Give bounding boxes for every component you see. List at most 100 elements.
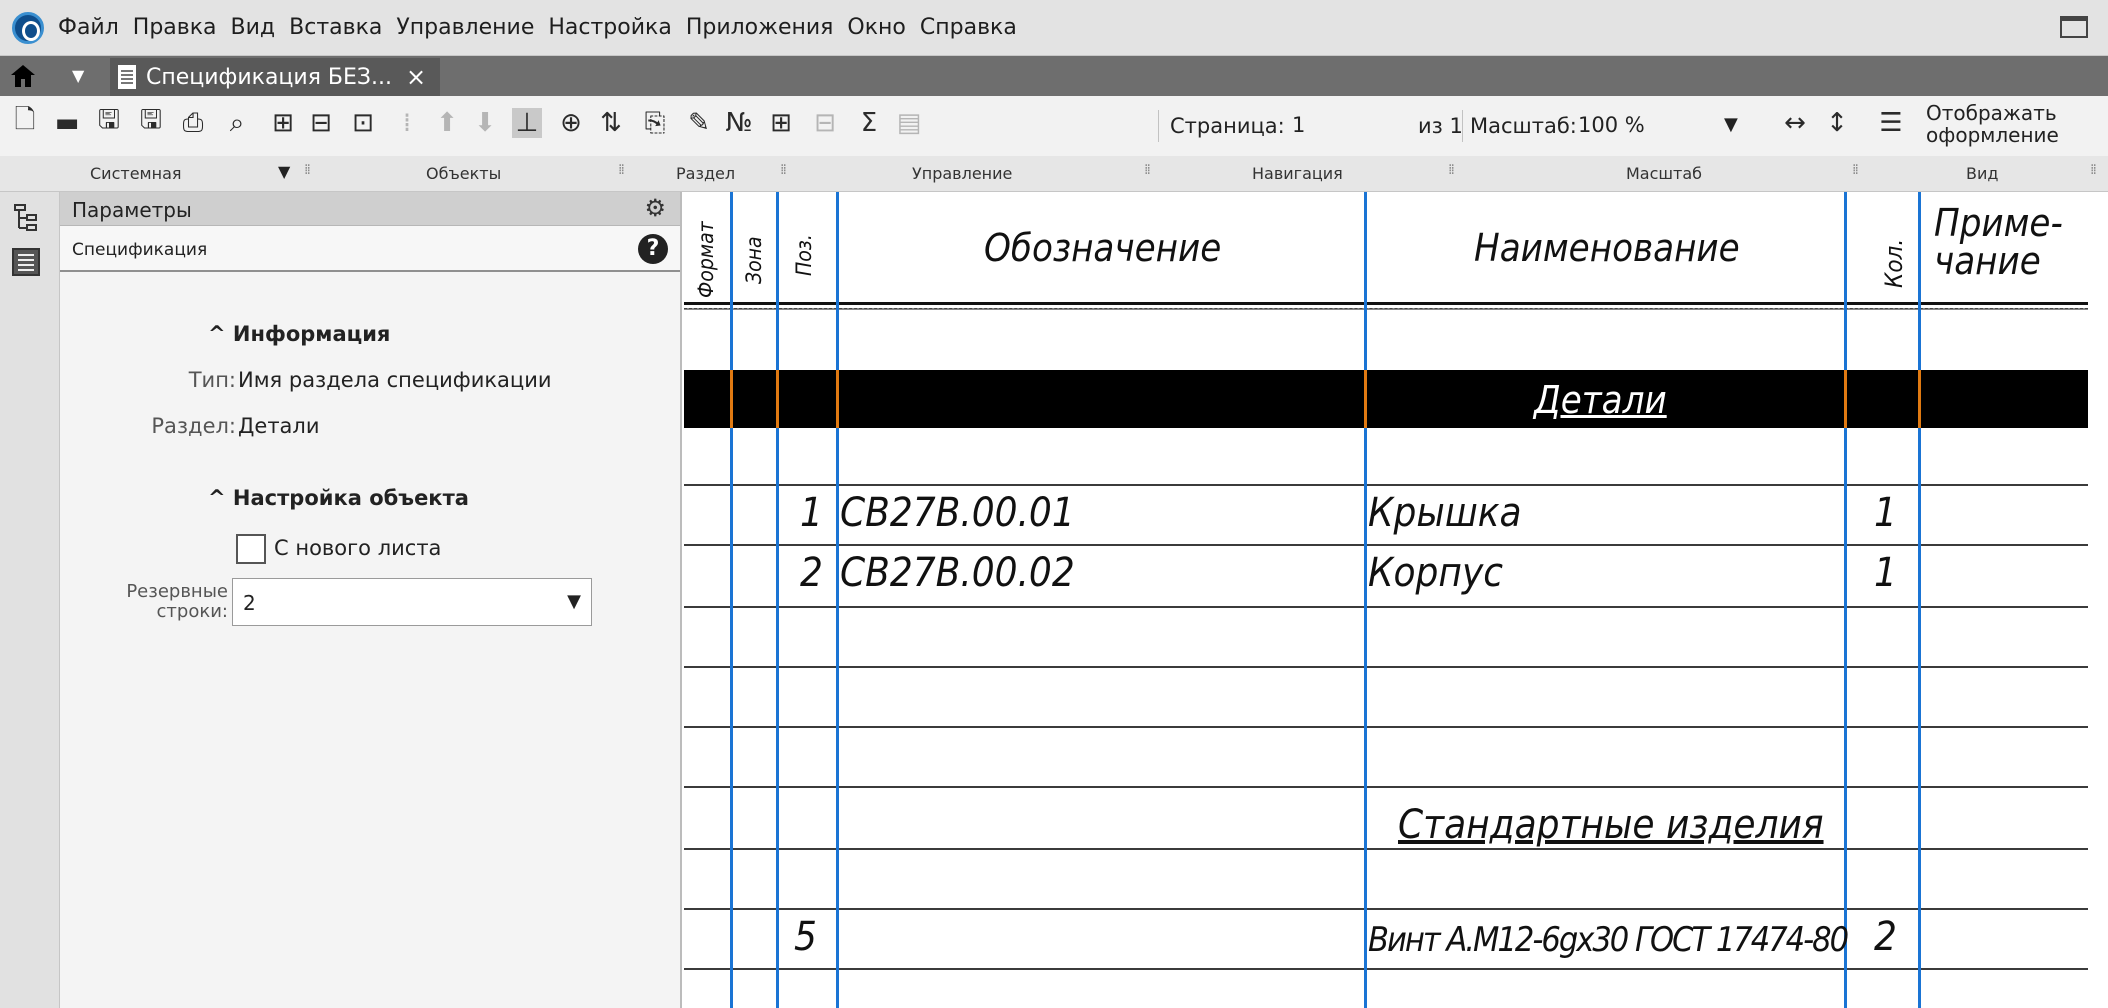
- add-base-object-icon[interactable]: ⊡: [348, 108, 378, 138]
- grip-icon[interactable]: ⁞⁞: [618, 162, 625, 178]
- header-note: Приме- чание: [1934, 204, 2063, 280]
- toolbar-separator: [1158, 110, 1159, 142]
- move-up-icon: ⬆: [436, 108, 458, 138]
- highlight-column-line: [776, 370, 779, 428]
- grip-icon[interactable]: ⁞⁞: [1448, 162, 1455, 178]
- fit-height-icon[interactable]: ↕: [1822, 108, 1852, 138]
- type-value: Имя раздела спецификации: [238, 368, 552, 392]
- help-icon[interactable]: ?: [638, 234, 668, 264]
- panel-section-label[interactable]: Раздел: [676, 164, 735, 183]
- new-file-icon[interactable]: 🗋: [10, 105, 40, 138]
- setup-section-toggle[interactable]: ^ Настройка объекта: [208, 486, 469, 510]
- row1-pos[interactable]: 1: [800, 490, 823, 536]
- grip-icon[interactable]: ⁞⁞: [2090, 162, 2097, 178]
- row-line: [684, 968, 2088, 970]
- tab-list-chevron-down-icon[interactable]: ▼: [72, 66, 84, 85]
- edit-object-icon[interactable]: ✎: [684, 108, 714, 138]
- menu-settings[interactable]: Настройка: [548, 15, 671, 40]
- fit-width-icon[interactable]: ↔: [1780, 108, 1810, 138]
- header-zone: Зона: [742, 236, 766, 284]
- tab-document[interactable]: Спецификация БЕЗ... ×: [110, 58, 440, 96]
- info-section-toggle[interactable]: ^ Информация: [208, 322, 390, 346]
- menu-help[interactable]: Справка: [920, 15, 1017, 40]
- grip-icon[interactable]: ⁞⁞: [304, 162, 311, 178]
- grip-icon[interactable]: ⁞⁞: [780, 162, 787, 178]
- save-all-icon[interactable]: 🖫: [136, 105, 166, 138]
- tab-close-icon[interactable]: ×: [406, 63, 426, 91]
- panel-control-label[interactable]: Управление: [912, 164, 1012, 183]
- column-line: [776, 192, 779, 1008]
- table-icon[interactable]: ⊞: [766, 108, 796, 138]
- reserve-rows-label: Резервные строки:: [110, 582, 228, 622]
- chevron-down-icon[interactable]: ▼: [567, 591, 581, 612]
- row1-designation[interactable]: СВ27В.00.01: [840, 490, 1075, 536]
- page-number-field[interactable]: 1: [1286, 110, 1406, 140]
- grip-icon[interactable]: ⁞⁞: [1144, 162, 1151, 178]
- scale-select[interactable]: 100 %: [1578, 110, 1738, 140]
- sort-icon[interactable]: ⇅: [596, 108, 626, 138]
- section-insert-icon[interactable]: ⊥: [512, 108, 542, 138]
- scale-chevron-down-icon[interactable]: ▼: [1724, 114, 1738, 135]
- parameters-icon[interactable]: [12, 248, 40, 276]
- save-icon[interactable]: 🖫: [94, 105, 124, 138]
- menu-file[interactable]: Файл: [58, 15, 119, 40]
- panel-system-label[interactable]: Системная: [90, 164, 182, 183]
- header-note-line2: чание: [1934, 239, 2041, 283]
- reserve-rows-select[interactable]: 2 ▼: [232, 578, 592, 626]
- move-down-icon: ⬇: [474, 108, 496, 138]
- tree-icon[interactable]: [14, 204, 38, 232]
- gear-icon[interactable]: ⚙: [644, 194, 666, 222]
- tab-bar: ▼ Спецификация БЕЗ... ×: [0, 56, 2108, 96]
- chevron-up-icon: ^: [208, 322, 233, 346]
- panel-view-label[interactable]: Вид: [1966, 164, 1998, 183]
- parameters-header: Параметры ⚙: [60, 192, 680, 226]
- row2-pos[interactable]: 2: [800, 550, 823, 596]
- row-line: [684, 606, 2088, 608]
- app-logo-icon[interactable]: [12, 11, 44, 44]
- panel-system-chevron-down-icon[interactable]: ▼: [278, 162, 290, 181]
- add-row-icon[interactable]: ⊟: [306, 108, 336, 138]
- row2-designation[interactable]: СВ27В.00.02: [840, 550, 1075, 596]
- open-folder-icon[interactable]: ▬: [52, 108, 82, 138]
- row2-name[interactable]: Корпус: [1368, 550, 1503, 596]
- section-details-bar[interactable]: [684, 370, 2088, 428]
- print-icon[interactable]: ⎙: [178, 108, 208, 138]
- menu-insert[interactable]: Вставка: [289, 15, 382, 40]
- menu-window[interactable]: Окно: [847, 15, 905, 40]
- menu-view[interactable]: Вид: [231, 15, 276, 40]
- row-line: [684, 484, 2088, 486]
- panel-scale-label[interactable]: Масштаб: [1626, 164, 1702, 183]
- maximize-icon[interactable]: [2060, 16, 2088, 38]
- header-pos: Поз.: [792, 234, 816, 276]
- highlight-column-line: [730, 370, 733, 428]
- add-object-icon[interactable]: ⊞: [268, 108, 298, 138]
- show-frame-icon[interactable]: ☰: [1876, 108, 1906, 138]
- section-standard-title[interactable]: Стандартные изделия: [1398, 802, 1824, 848]
- std-row1-name[interactable]: Винт А.М12-6gх30 ГОСТ 17474-80: [1368, 920, 1849, 960]
- section-group-icon[interactable]: ⊕: [556, 108, 586, 138]
- row1-qty[interactable]: 1: [1874, 490, 1897, 536]
- show-frame-toggle[interactable]: Отображать оформление: [1926, 102, 2096, 146]
- grip-icon[interactable]: ⁞⁞: [1852, 162, 1859, 178]
- row2-qty[interactable]: 1: [1874, 550, 1897, 596]
- renumber-icon: ⁞: [402, 108, 412, 138]
- panel-navigation-label[interactable]: Навигация: [1252, 164, 1343, 183]
- menu-edit[interactable]: Правка: [133, 15, 217, 40]
- row1-name[interactable]: Крышка: [1368, 490, 1522, 536]
- panel-objects-label[interactable]: Объекты: [426, 164, 501, 183]
- preview-icon[interactable]: ⌕: [222, 108, 252, 138]
- menu-control[interactable]: Управление: [396, 15, 534, 40]
- sum-icon[interactable]: Σ: [854, 108, 884, 138]
- info-section-heading: Информация: [232, 322, 391, 346]
- specification-sheet[interactable]: Детали Формат Зона Поз. Обозначение Наим…: [684, 192, 2108, 1008]
- position-numbers-icon[interactable]: №: [724, 108, 754, 138]
- std-row1-pos[interactable]: 5: [794, 914, 817, 960]
- chevron-up-icon: ^: [208, 486, 233, 510]
- header-name: Наименование: [1474, 226, 1740, 270]
- new-sheet-checkbox[interactable]: [236, 534, 266, 564]
- page-total-label: из 1: [1418, 114, 1463, 138]
- home-icon[interactable]: [10, 64, 36, 88]
- menu-applications[interactable]: Приложения: [686, 15, 834, 40]
- copy-object-icon[interactable]: ⎘: [640, 108, 670, 138]
- std-row1-qty[interactable]: 2: [1874, 914, 1897, 960]
